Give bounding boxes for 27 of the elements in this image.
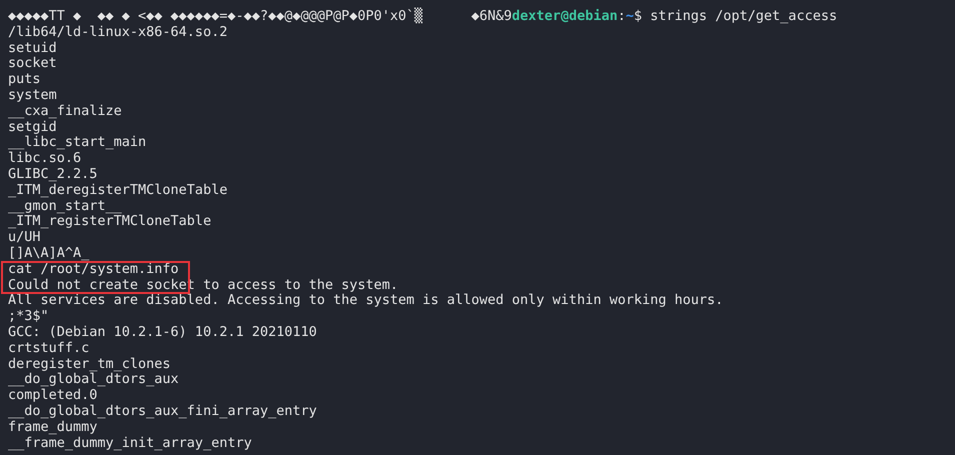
output-line: __do_global_dtors_aux xyxy=(8,372,179,388)
output-line: setgid xyxy=(8,120,57,136)
output-line: GCC: (Debian 10.2.1-6) 10.2.1 20210110 xyxy=(8,324,317,341)
output-line: crtstuff.c xyxy=(8,340,90,357)
output-line: setuid xyxy=(8,40,57,56)
output-line: frame_dummy xyxy=(8,420,98,436)
output-line: socket xyxy=(8,56,57,72)
output-line: /lib64/ld-linux-x86-64.so.2 xyxy=(8,24,228,41)
output-line: cat /root/system.info xyxy=(8,262,179,278)
output-line: deregister_tm_clones xyxy=(8,356,171,372)
output-line: libc.so.6 xyxy=(8,151,82,167)
output-line: All services are disabled. Accessing to the system is allowed only within working hours. xyxy=(8,293,724,310)
output-line: ;*3$" xyxy=(8,309,49,325)
output-line: system xyxy=(8,88,57,104)
output-line: _ITM_registerTMCloneTable xyxy=(8,214,212,230)
prompt-line: ◆◆◆◆◆TT ◆ ◆◆ ◆ <◆◆ ◆◆◆◆◆◆=◆-◆◆?◆◆@◆@@@P@P◆0P0'x0`▒ ◆6N&9dexter@debian:~$ strings /opt/get_access xyxy=(8,9,838,25)
output-line: __cxa_finalize xyxy=(8,104,122,120)
output-line: __frame_dummy_init_array_entry xyxy=(8,436,252,452)
output-line: __libc_start_main xyxy=(8,135,146,152)
output-line: __do_global_dtors_aux_fini_array_entry xyxy=(8,404,317,420)
output-line: GLIBC_2.2.5 xyxy=(8,166,98,183)
output-line: puts xyxy=(8,72,41,88)
output-line: []A\A]A^A_ xyxy=(8,246,90,262)
output-line: u/UH xyxy=(8,230,41,246)
output-line: __gmon_start__ xyxy=(8,198,122,214)
output-line: completed.0 xyxy=(8,388,98,404)
output-line: _ITM_deregisterTMCloneTable xyxy=(8,182,228,199)
